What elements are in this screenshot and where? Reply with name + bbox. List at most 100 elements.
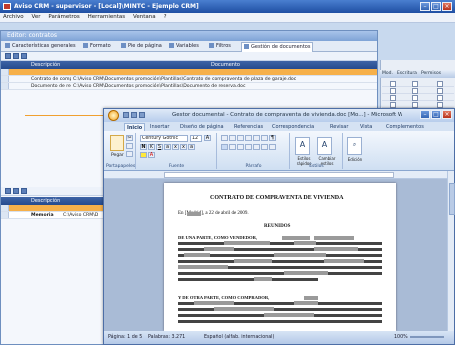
font-color-icon[interactable]: A bbox=[148, 152, 155, 158]
superscript-icon[interactable]: x bbox=[180, 144, 187, 150]
row-selector[interactable] bbox=[1, 205, 9, 211]
zoom-slider[interactable] bbox=[410, 336, 444, 338]
decrease-indent-icon[interactable] bbox=[245, 135, 252, 141]
maximize-icon[interactable]: □ bbox=[431, 2, 441, 11]
find-icon[interactable]: ⌕ bbox=[347, 137, 362, 155]
table-row[interactable] bbox=[1, 205, 104, 212]
bold-icon[interactable]: N bbox=[140, 144, 147, 150]
office-button-icon[interactable] bbox=[108, 110, 119, 121]
column-descripcion[interactable]: Descripción bbox=[31, 197, 60, 205]
shading-icon[interactable] bbox=[261, 144, 268, 150]
strikethrough-icon[interactable]: a bbox=[164, 144, 171, 150]
ribbon-tab-insertar[interactable]: Insertar bbox=[148, 123, 171, 131]
quick-styles-icon[interactable]: A bbox=[295, 137, 310, 155]
show-marks-icon[interactable]: ¶ bbox=[269, 135, 276, 141]
numbering-icon[interactable] bbox=[229, 135, 236, 141]
add-icon[interactable] bbox=[5, 53, 11, 59]
italic-icon[interactable]: K bbox=[148, 144, 155, 150]
add-icon[interactable] bbox=[5, 188, 11, 194]
table-row[interactable] bbox=[382, 101, 454, 108]
cell-descripcion[interactable]: Contrato de comp bbox=[31, 76, 71, 82]
table-row[interactable]: Contrato de comp C:\Aviso CRM\Documentos… bbox=[1, 76, 377, 83]
multilevel-list-icon[interactable] bbox=[237, 135, 244, 141]
menu-help[interactable]: ? bbox=[161, 13, 170, 22]
word-close-icon[interactable]: × bbox=[442, 110, 452, 119]
row-selector[interactable] bbox=[1, 69, 9, 75]
font-size-field[interactable]: 12 bbox=[190, 135, 202, 142]
justify-icon[interactable] bbox=[245, 144, 252, 150]
document-page[interactable]: CONTRATO DE COMPRAVENTA DE VIVIENDA En [… bbox=[164, 183, 396, 331]
grow-font-icon[interactable]: A bbox=[204, 135, 211, 141]
status-words[interactable]: Palabras: 3.271 bbox=[148, 331, 185, 344]
copy-icon[interactable] bbox=[126, 143, 133, 149]
sort-icon[interactable] bbox=[261, 135, 268, 141]
ribbon-tab-vista[interactable]: Vista bbox=[358, 123, 374, 131]
format-painter-icon[interactable] bbox=[126, 151, 133, 157]
cell-descripcion[interactable]: Documento de re bbox=[31, 83, 71, 89]
menu-parametros[interactable]: Parámetros bbox=[45, 13, 82, 22]
cell-documento[interactable]: C:\Aviso CRM\Documentos promoción\Planti… bbox=[73, 76, 373, 82]
underline-icon[interactable]: S bbox=[156, 144, 163, 150]
cut-icon[interactable]: ✂ bbox=[126, 135, 133, 141]
tab-gestion-documentos[interactable]: Gestión de documentos bbox=[241, 42, 314, 52]
ribbon-tab-referencias[interactable]: Referencias bbox=[232, 123, 265, 131]
bullets-icon[interactable] bbox=[221, 135, 228, 141]
highlight-icon[interactable] bbox=[140, 152, 147, 158]
status-language[interactable]: Español (alfab. internacional) bbox=[204, 331, 274, 344]
row-selector[interactable] bbox=[1, 83, 9, 89]
zoom-level[interactable]: 100% bbox=[394, 331, 408, 344]
word-maximize-icon[interactable]: □ bbox=[431, 110, 441, 119]
ribbon-tab-revisar[interactable]: Revisar bbox=[328, 123, 350, 131]
cell-documento[interactable]: C:\Aviso CRM\Documentos promoción\Planti… bbox=[73, 83, 373, 89]
table-row[interactable] bbox=[382, 87, 454, 94]
ribbon-tab-correspondencia[interactable]: Correspondencia bbox=[270, 123, 316, 131]
ruler[interactable] bbox=[104, 171, 454, 179]
table-row[interactable] bbox=[382, 80, 454, 87]
menu-archivo[interactable]: Archivo bbox=[0, 13, 27, 22]
delete-icon[interactable] bbox=[13, 188, 19, 194]
word-minimize-icon[interactable]: – bbox=[420, 110, 430, 119]
borders-icon[interactable] bbox=[269, 144, 276, 150]
tab-variables[interactable]: Variables bbox=[167, 42, 201, 51]
close-icon[interactable]: × bbox=[442, 2, 452, 11]
tab-formato[interactable]: Formato bbox=[81, 42, 113, 51]
tab-caracteristicas[interactable]: Características generales bbox=[3, 42, 78, 51]
redo-icon[interactable] bbox=[139, 112, 145, 118]
column-descripcion[interactable]: Descripción bbox=[31, 61, 60, 69]
line-spacing-icon[interactable] bbox=[253, 144, 260, 150]
menu-ver[interactable]: Ver bbox=[28, 13, 43, 22]
status-page[interactable]: Página: 1 de 5 bbox=[108, 331, 142, 344]
increase-indent-icon[interactable] bbox=[253, 135, 260, 141]
change-case-icon[interactable]: a bbox=[188, 144, 195, 150]
align-left-icon[interactable] bbox=[221, 144, 228, 150]
refresh-icon[interactable] bbox=[21, 53, 27, 59]
menu-ventana[interactable]: Ventana bbox=[130, 13, 159, 22]
table-row[interactable] bbox=[1, 69, 377, 76]
column-documento[interactable]: Documento bbox=[211, 61, 240, 69]
tab-filtros[interactable]: Filtros bbox=[207, 42, 233, 51]
table-row[interactable]: Memoria C:\Aviso CRM\D bbox=[1, 212, 104, 219]
delete-icon[interactable] bbox=[13, 53, 19, 59]
scrollbar-thumb[interactable] bbox=[449, 183, 455, 215]
tab-pie-de-pagina[interactable]: Pie de página bbox=[119, 42, 164, 51]
paste-icon[interactable] bbox=[110, 135, 124, 151]
font-name-field[interactable]: Century Gothic bbox=[140, 135, 188, 142]
ribbon-tab-complementos[interactable]: Complementos bbox=[384, 123, 426, 131]
menu-herramientas[interactable]: Herramientas bbox=[85, 13, 128, 22]
align-center-icon[interactable] bbox=[229, 144, 236, 150]
table-row[interactable]: Documento de re C:\Aviso CRM\Documentos … bbox=[1, 83, 377, 90]
ribbon-tab-diseno[interactable]: Diseño de página bbox=[178, 123, 226, 131]
change-styles-icon[interactable]: A bbox=[317, 137, 332, 155]
table-row[interactable] bbox=[382, 94, 454, 101]
subscript-icon[interactable]: x bbox=[172, 144, 179, 150]
row-selector[interactable] bbox=[1, 212, 9, 218]
minimize-icon[interactable]: – bbox=[420, 2, 430, 11]
cell-descripcion[interactable]: Memoria bbox=[31, 212, 61, 218]
refresh-icon[interactable] bbox=[21, 188, 27, 194]
undo-icon[interactable] bbox=[131, 112, 137, 118]
vertical-scrollbar[interactable] bbox=[447, 171, 455, 331]
row-selector[interactable] bbox=[1, 76, 9, 82]
save-icon[interactable] bbox=[123, 112, 129, 118]
align-right-icon[interactable] bbox=[237, 144, 244, 150]
cell-documento[interactable]: C:\Aviso CRM\D bbox=[63, 212, 103, 218]
